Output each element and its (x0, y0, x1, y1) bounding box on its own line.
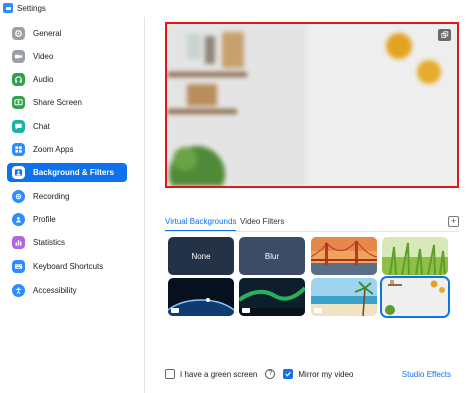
sidebar-item-profile[interactable]: Profile (7, 210, 127, 229)
thumb-label: None (191, 251, 211, 261)
sidebar-item-statistics[interactable]: Statistics (7, 233, 127, 252)
zoom-apps-icon (12, 143, 25, 156)
background-option-grass[interactable] (382, 237, 448, 275)
background-option-aurora[interactable] (239, 278, 305, 316)
background-option-blur[interactable]: Blur (239, 237, 305, 275)
background-option-earth-from-space[interactable] (168, 278, 234, 316)
green-screen-checkbox[interactable] (165, 369, 175, 379)
tab-virtual-backgrounds[interactable]: Virtual Backgrounds (165, 217, 237, 231)
background-option-beach[interactable] (311, 278, 377, 316)
green-screen-label: I have a green screen (180, 369, 258, 379)
swap-camera-icon[interactable] (438, 29, 451, 41)
sidebar-item-general[interactable]: General (7, 24, 127, 43)
sidebar-item-share-screen[interactable]: Share Screen (7, 93, 127, 112)
help-icon[interactable]: ? (265, 369, 276, 379)
video-background-icon (314, 308, 322, 313)
sidebar-item-label: Accessibility (33, 286, 77, 295)
sidebar-item-keyboard-shortcuts[interactable]: Keyboard Shortcuts (7, 257, 127, 276)
sidebar-item-chat[interactable]: Chat (7, 117, 127, 136)
sidebar-item-recording[interactable]: Recording (7, 187, 127, 206)
sidebar-item-label: Profile (33, 215, 56, 224)
sidebar-item-label: Zoom Apps (33, 145, 74, 154)
mirror-video-checkbox[interactable] (283, 369, 294, 379)
sidebar-item-label: Recording (33, 192, 70, 201)
background-option-room[interactable] (382, 278, 448, 316)
profile-icon (12, 213, 25, 226)
background-option-golden-gate-bridge[interactable] (311, 237, 377, 275)
sidebar-item-background-filters[interactable]: Background & Filters (7, 163, 127, 182)
sidebar-item-label: Keyboard Shortcuts (33, 262, 104, 271)
accessibility-icon (12, 284, 25, 297)
share-screen-icon (12, 96, 25, 109)
chat-icon (12, 120, 25, 133)
headphones-icon (12, 73, 25, 86)
title-bar: Settings (0, 0, 475, 16)
mirror-video-label: Mirror my video (298, 369, 354, 379)
preview-background-image (167, 24, 457, 186)
sidebar-item-label: Audio (33, 75, 54, 84)
tab-video-filters[interactable]: Video Filters (240, 217, 284, 231)
sidebar-item-label: Video (33, 52, 54, 61)
video-icon (12, 50, 25, 63)
video-preview (165, 22, 459, 188)
sidebar-item-label: Background & Filters (33, 168, 114, 177)
gear-icon (12, 27, 25, 40)
video-options-row: I have a green screen ? Mirror my video … (165, 367, 459, 381)
video-background-icon (171, 308, 179, 313)
sidebar-item-zoom-apps[interactable]: Zoom Apps (7, 140, 127, 159)
record-icon (12, 190, 25, 203)
keyboard-icon (12, 260, 25, 273)
sidebar-item-label: Chat (33, 122, 50, 131)
statistics-icon (12, 236, 25, 249)
sidebar-item-audio[interactable]: Audio (7, 70, 127, 89)
tabs-divider (165, 231, 459, 232)
background-option-none[interactable]: None (168, 237, 234, 275)
thumb-label: Blur (264, 251, 280, 261)
sidebar-item-accessibility[interactable]: Accessibility (7, 281, 127, 300)
window-title: Settings (17, 3, 46, 13)
add-icon[interactable]: + (448, 216, 459, 227)
background-tabs: Virtual Backgrounds Video Filters + (165, 216, 459, 232)
sidebar-item-label: Statistics (33, 238, 66, 247)
sidebar-item-label: General (33, 29, 62, 38)
video-background-icon (242, 308, 250, 313)
settings-sidebar: General Video Audio Share Screen Chat Zo… (0, 17, 145, 393)
sidebar-item-video[interactable]: Video (7, 47, 127, 66)
background-icon (12, 166, 25, 179)
studio-effects-link[interactable]: Studio Effects (402, 370, 451, 379)
sidebar-item-label: Share Screen (33, 98, 82, 107)
zoom-app-icon (3, 3, 13, 13)
